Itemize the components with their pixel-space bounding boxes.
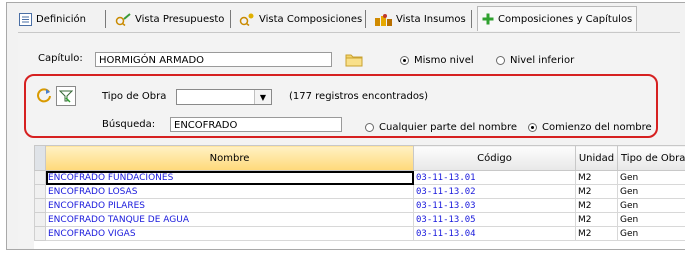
cell-codigo[interactable]: 03-11-13.04	[413, 226, 576, 241]
row-header[interactable]	[34, 198, 46, 213]
table-row[interactable]: ENCOFRADO FUNDACIONES 03-11-13.01 M2 Gen	[34, 170, 685, 185]
cell-unidad[interactable]: M2	[575, 184, 618, 199]
radio-name-start[interactable]: Comienzo del nombre	[528, 122, 652, 133]
cell-codigo[interactable]: 03-11-13.05	[413, 212, 576, 227]
results-table: Nombre Código Unidad Tipo de Obra ENCOFR…	[34, 145, 685, 241]
work-type-label: Tipo de Obra	[102, 91, 167, 102]
chevron-down-icon[interactable]: ▼	[254, 90, 271, 104]
column-header-codigo[interactable]: Código	[413, 145, 576, 171]
table-row[interactable]: ENCOFRADO TANQUE DE AGUA 03-11-13.05 M2 …	[34, 212, 685, 227]
cell-codigo[interactable]: 03-11-13.01	[413, 170, 576, 185]
records-count: (177 registros encontrados)	[289, 91, 429, 102]
tab-label: Vista Insumos	[396, 13, 466, 25]
work-type-select[interactable]: ▼	[176, 89, 272, 105]
definition-icon	[19, 12, 32, 26]
cell-nombre[interactable]: ENCOFRADO TANQUE DE AGUA	[45, 212, 414, 227]
tab-composiciones-capitulos[interactable]: Composiciones y Capítulos	[477, 6, 638, 31]
tab-definicion[interactable]: Definición	[15, 8, 90, 30]
tab-label: Definición	[36, 13, 86, 25]
radio-dot	[528, 123, 537, 132]
column-header-unidad[interactable]: Unidad	[575, 145, 618, 171]
radio-dot	[365, 123, 374, 132]
cell-tipo[interactable]: Gen	[617, 212, 685, 227]
cell-unidad[interactable]: M2	[575, 212, 618, 227]
radio-any-part[interactable]: Cualquier parte del nombre	[365, 122, 517, 133]
row-header[interactable]	[34, 226, 46, 241]
refresh-icon[interactable]	[35, 86, 53, 104]
radio-label: Nivel inferior	[510, 55, 575, 66]
filter-icon[interactable]	[56, 86, 76, 106]
radio-label: Mismo nivel	[414, 55, 474, 66]
budget-view-icon	[115, 12, 131, 26]
cell-nombre[interactable]: ENCOFRADO VIGAS	[45, 226, 414, 241]
chapter-label: Capítulo:	[38, 53, 83, 64]
compositions-view-icon	[239, 13, 255, 26]
cell-nombre[interactable]: ENCOFRADO FUNDACIONES	[45, 170, 414, 185]
tab-vista-insumos[interactable]: Vista Insumos	[371, 8, 470, 30]
cell-nombre[interactable]: ENCOFRADO LOSAS	[45, 184, 414, 199]
table-row[interactable]: ENCOFRADO PILARES 03-11-13.03 M2 Gen	[34, 198, 685, 213]
tab-label: Vista Composiciones	[259, 13, 363, 25]
row-header[interactable]	[34, 184, 46, 199]
row-header[interactable]	[34, 170, 46, 185]
tab-label: Composiciones y Capítulos	[498, 13, 633, 25]
results-grid: Nombre Código Unidad Tipo de Obra ENCOFR…	[34, 145, 685, 249]
search-label: Búsqueda:	[102, 119, 156, 130]
cell-tipo[interactable]: Gen	[617, 226, 685, 241]
add-plus-icon	[482, 13, 494, 25]
chapter-field[interactable]: HORMIGÓN ARMADO	[95, 52, 332, 67]
cell-unidad[interactable]: M2	[575, 226, 618, 241]
table-row[interactable]: ENCOFRADO VIGAS 03-11-13.04 M2 Gen	[34, 226, 685, 241]
grid-corner[interactable]	[34, 145, 46, 171]
cell-codigo[interactable]: 03-11-13.03	[413, 198, 576, 213]
radio-dot	[496, 56, 505, 65]
search-input[interactable]: ENCOFRADO	[170, 117, 342, 132]
radio-label: Comienzo del nombre	[542, 122, 652, 133]
tab-vista-presupuesto[interactable]: Vista Presupuesto	[111, 8, 228, 30]
cell-tipo[interactable]: Gen	[617, 198, 685, 213]
radio-label: Cualquier parte del nombre	[379, 122, 518, 133]
cell-unidad[interactable]: M2	[575, 198, 618, 213]
cell-tipo[interactable]: Gen	[617, 170, 685, 185]
tab-bar: Definición Vista Presupuesto Vista Compo…	[15, 6, 685, 32]
column-header-tipo-obra[interactable]: Tipo de Obra	[617, 145, 685, 171]
tab-label: Vista Presupuesto	[135, 13, 225, 25]
table-row[interactable]: ENCOFRADO LOSAS 03-11-13.02 M2 Gen	[34, 184, 685, 199]
cell-unidad[interactable]: M2	[575, 170, 618, 185]
cell-tipo[interactable]: Gen	[617, 184, 685, 199]
radio-same-level[interactable]: Mismo nivel	[400, 55, 474, 66]
column-header-nombre[interactable]: Nombre	[45, 145, 414, 171]
tab-vista-composiciones[interactable]: Vista Composiciones	[235, 8, 366, 30]
radio-dot	[400, 56, 409, 65]
cell-nombre[interactable]: ENCOFRADO PILARES	[45, 198, 414, 213]
row-header[interactable]	[34, 212, 46, 227]
radio-lower-level[interactable]: Nivel inferior	[496, 55, 574, 66]
supplies-view-icon	[375, 13, 392, 26]
folder-icon[interactable]	[344, 50, 364, 68]
cell-codigo[interactable]: 03-11-13.02	[413, 184, 576, 199]
